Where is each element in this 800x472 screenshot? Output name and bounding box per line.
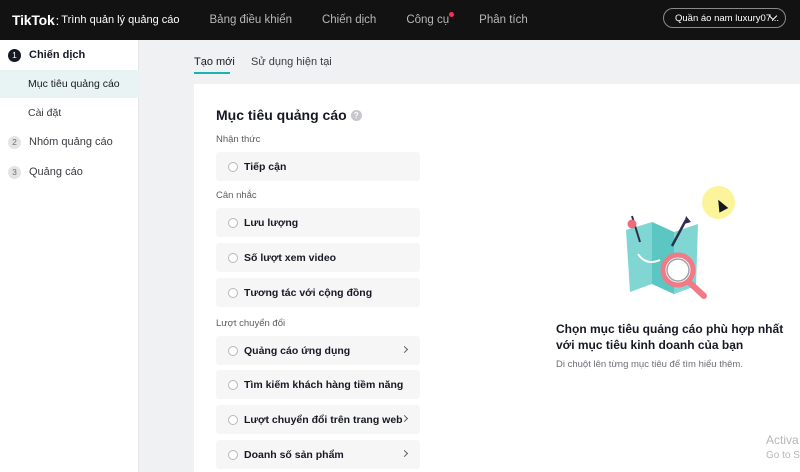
hint-subtitle: Di chuột lên từng mục tiêu để tìm hiểu t… xyxy=(556,359,743,370)
step-label: Chiến dịch xyxy=(29,49,86,61)
activation-watermark: Activa Go to S xyxy=(766,432,800,464)
radio-button[interactable] xyxy=(228,379,238,390)
chevron-right-icon xyxy=(400,345,409,354)
nav-tools[interactable]: Công cụ xyxy=(406,12,455,26)
radio-button[interactable] xyxy=(228,345,238,356)
nav-tools-label: Công cụ xyxy=(406,14,450,26)
brand-separator: : xyxy=(55,12,60,28)
option-label: Lượt chuyển đổi trên trang web xyxy=(244,413,403,426)
option-community-interaction[interactable]: Tương tác với cộng đồng xyxy=(216,278,420,307)
top-bar: TikTok : Trình quản lý quảng cáo Bảng đi… xyxy=(0,0,800,40)
radio-button[interactable] xyxy=(228,217,238,228)
step-number: 3 xyxy=(8,165,21,179)
radio-button[interactable] xyxy=(228,449,238,460)
sidebar-substep-objective[interactable]: Mục tiêu quảng cáo xyxy=(0,70,139,98)
option-label: Lưu lượng xyxy=(244,216,299,229)
brand-subtitle: Trình quản lý quảng cáo xyxy=(61,14,180,26)
section-title: Mục tiêu quảng cáo ? xyxy=(216,107,362,123)
option-label: Tìm kiếm khách hàng tiềm năng xyxy=(244,378,404,391)
sidebar-step-ad[interactable]: 3 Quảng cáo xyxy=(0,158,139,186)
option-lead-generation[interactable]: Tìm kiếm khách hàng tiềm năng xyxy=(216,370,420,399)
step-number: 1 xyxy=(8,48,21,62)
tab-create-new[interactable]: Tạo mới xyxy=(194,56,235,68)
sidebar-step-adgroup[interactable]: 2 Nhóm quảng cáo xyxy=(0,128,139,156)
tiktok-logo: TikTok xyxy=(12,12,55,28)
account-selector[interactable]: Quần áo nam luxury07... xyxy=(663,8,786,28)
option-reach[interactable]: Tiếp cận xyxy=(216,152,420,181)
category-awareness: Nhận thức xyxy=(216,134,261,145)
radio-button[interactable] xyxy=(228,287,238,298)
category-consideration: Cân nhắc xyxy=(216,190,257,201)
option-label: Số lượt xem video xyxy=(244,251,337,264)
map-search-illustration-icon xyxy=(626,215,707,299)
account-name: Quần áo nam luxury07... xyxy=(675,12,780,24)
objective-title: Mục tiêu quảng cáo xyxy=(216,107,347,123)
step-label: Quảng cáo xyxy=(29,166,83,178)
chevron-right-icon xyxy=(400,449,409,458)
top-nav: Bảng điều khiển Chiến dịch Công cụ Phân … xyxy=(210,12,558,26)
sidebar-step-campaign[interactable]: 1 Chiến dịch xyxy=(0,41,139,69)
hint-title: Chọn mục tiêu quảng cáo phù hợp nhất với… xyxy=(556,322,784,352)
step-number: 2 xyxy=(8,135,21,149)
nav-dashboard[interactable]: Bảng điều khiển xyxy=(210,14,292,26)
active-tab-indicator xyxy=(194,72,230,74)
step-label: Nhóm quảng cáo xyxy=(29,136,113,148)
nav-analytics[interactable]: Phân tích xyxy=(479,14,528,26)
sidebar-substep-settings[interactable]: Cài đặt xyxy=(0,99,139,127)
option-traffic[interactable]: Lưu lượng xyxy=(216,208,420,237)
option-product-sales[interactable]: Doanh số sản phẩm xyxy=(216,440,420,469)
option-video-views[interactable]: Số lượt xem video xyxy=(216,243,420,272)
brand[interactable]: TikTok : Trình quản lý quảng cáo xyxy=(12,12,180,28)
option-label: Quảng cáo ứng dụng xyxy=(244,344,351,357)
category-conversion: Lượt chuyển đổi xyxy=(216,318,286,329)
option-app-promotion[interactable]: Quảng cáo ứng dụng xyxy=(216,336,420,365)
notification-dot xyxy=(449,12,455,17)
tab-use-existing[interactable]: Sử dụng hiện tại xyxy=(251,56,332,68)
option-label: Tương tác với cộng đồng xyxy=(244,286,373,299)
option-website-conversions[interactable]: Lượt chuyển đổi trên trang web xyxy=(216,405,420,434)
watermark-line-2: Go to S xyxy=(766,450,800,461)
radio-button[interactable] xyxy=(228,252,238,263)
watermark-line-1: Activa xyxy=(766,433,799,447)
radio-button[interactable] xyxy=(228,414,238,425)
radio-button[interactable] xyxy=(228,161,238,172)
option-label: Doanh số sản phẩm xyxy=(244,448,344,461)
option-label: Tiếp cận xyxy=(244,160,287,173)
help-icon[interactable]: ? xyxy=(350,109,362,121)
nav-campaign[interactable]: Chiến dịch xyxy=(322,14,376,26)
sidebar: 1 Chiến dịch Mục tiêu quảng cáo Cài đặt … xyxy=(0,40,139,472)
